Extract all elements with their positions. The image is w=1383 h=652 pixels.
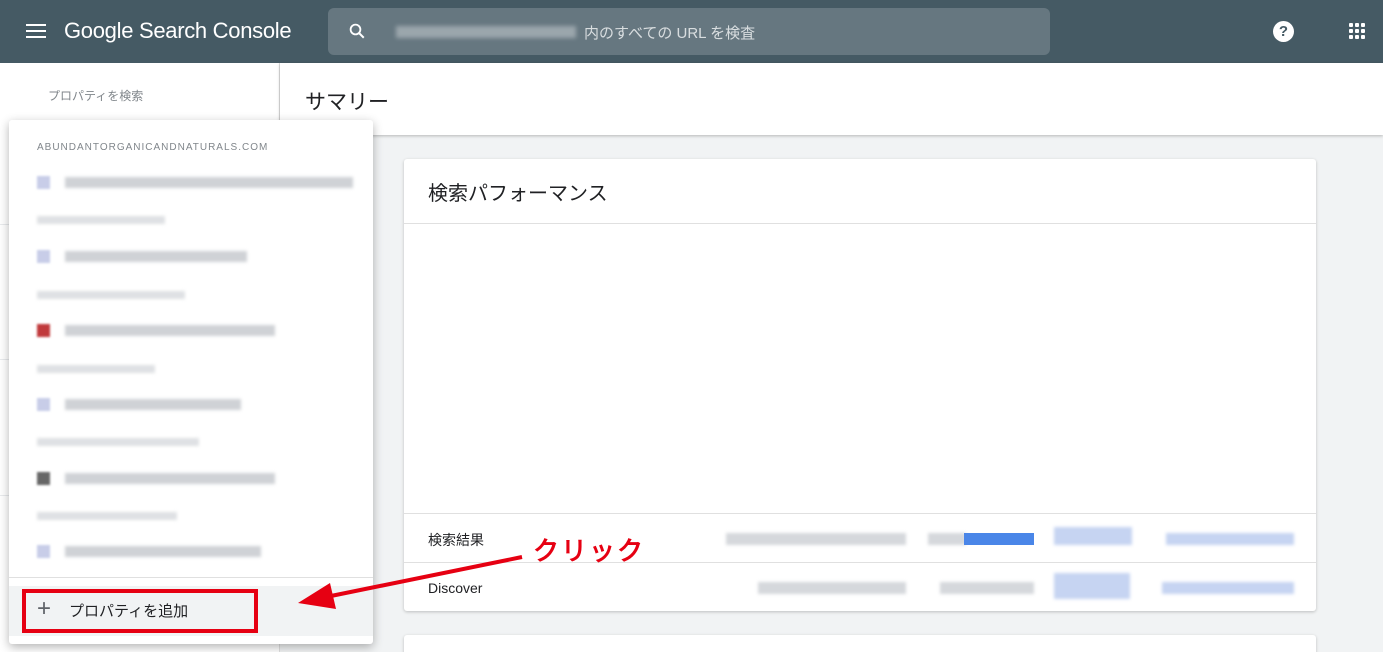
card-title[interactable]: 検索パフォーマンス [428,177,608,206]
blurred-metric [1162,582,1294,594]
blurred-property-url [65,546,261,557]
blurred-metric [726,533,906,545]
annotation-click-label: クリック [533,536,646,566]
row-label-search-results[interactable]: 検索結果 [428,530,484,550]
favicon-icon [37,472,50,485]
blurred-group-label [37,365,155,373]
hamburger-menu-icon[interactable] [22,20,50,44]
property-item[interactable] [9,460,373,496]
property-item[interactable] [9,312,373,348]
favicon-icon [37,250,50,263]
card-divider [404,513,1316,514]
main-content: サマリー 検索パフォーマンス 検索結果 Discover [280,63,1383,652]
page-header: サマリー [280,63,1383,135]
blurred-group-label [37,291,185,299]
blurred-property-url [65,251,247,262]
blurred-property-url [396,26,576,38]
favicon-icon [37,545,50,558]
annotation-highlight-box [22,589,258,633]
app-brand[interactable]: Google Search Console [64,18,292,44]
property-item[interactable] [9,164,373,200]
blurred-property-url [65,325,275,336]
property-item[interactable] [9,386,373,422]
search-icon [349,23,365,39]
page-title: サマリー [305,91,389,114]
blurred-metric [1166,533,1294,545]
blurred-property-url [65,177,353,188]
property-item[interactable] [9,238,373,274]
blurred-metric [928,533,966,545]
search-placeholder: 内のすべての URL を検査 [584,25,756,42]
favicon-icon [37,324,50,337]
blurred-metric [758,582,906,594]
property-search-label[interactable]: プロパティを検索 [48,87,143,104]
property-selector-dropdown: ABUNDANTORGANICANDNATURALS.COM + プロパティを追… [9,120,373,644]
blurred-property-url [65,399,241,410]
blurred-group-label [37,512,177,520]
url-inspection-search[interactable]: 内のすべての URL を検査 [328,8,1050,55]
favicon-icon [37,398,50,411]
sparkline [1054,527,1132,545]
blurred-property-url [65,473,275,484]
sparkline [1054,573,1130,599]
row-label-discover[interactable]: Discover [428,580,482,596]
secondary-card [404,635,1316,652]
blurred-group-label [37,216,165,224]
dropdown-divider [9,577,373,578]
apps-grid-icon[interactable] [1349,23,1366,40]
blurred-group-label [37,438,199,446]
property-item[interactable] [9,533,373,569]
property-group-label: ABUNDANTORGANICANDNATURALS.COM [37,142,269,153]
top-app-bar: Google Search Console 内のすべての URL を検査 ? [0,0,1383,63]
help-icon[interactable]: ? [1273,21,1294,42]
favicon-icon [37,176,50,189]
blurred-metric [940,582,1034,594]
card-divider [404,223,1316,224]
metric-bar [964,533,1034,545]
